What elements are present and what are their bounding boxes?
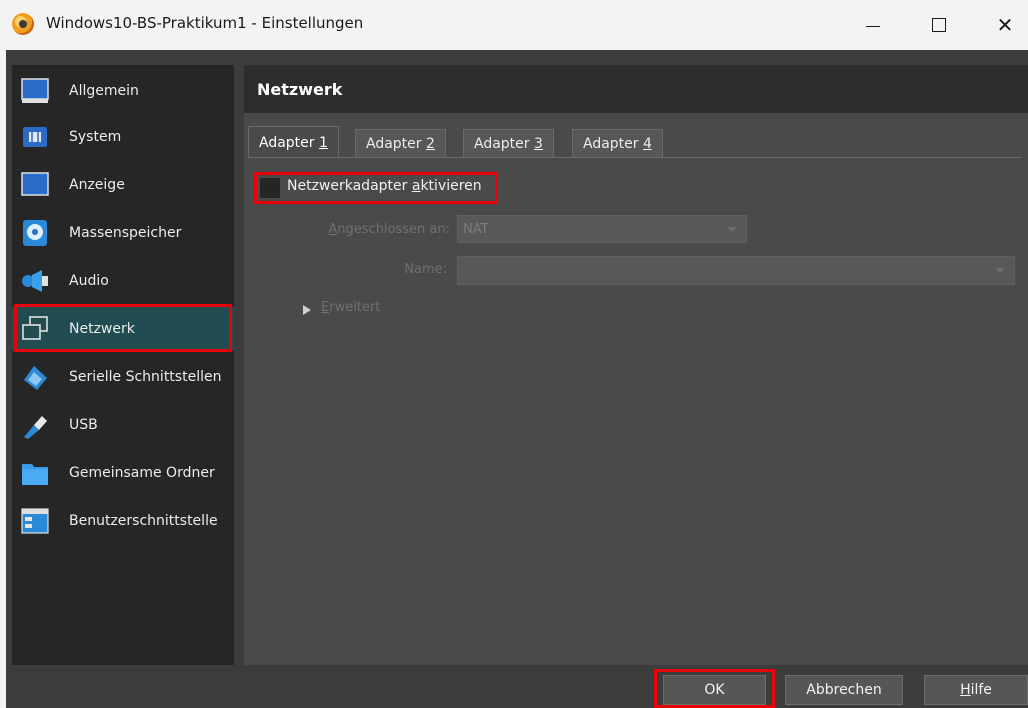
name-select[interactable] [457, 256, 1015, 285]
user-interface-icon [21, 508, 49, 534]
sidebar-item-serielle-schnittstellen[interactable]: Serielle Schnittstellen [12, 355, 234, 399]
enable-adapter-checkbox[interactable] [260, 178, 280, 198]
title-bar: Windows10-BS-Praktikum1 - Einstellungen … [0, 0, 1028, 50]
help-label-text: ilfe [970, 682, 992, 698]
tab-shortcut-key: 3 [534, 135, 543, 152]
virtualbox-app-icon [12, 13, 34, 35]
sidebar-item-label: Netzwerk [69, 321, 135, 337]
attached-to-label-text: ngeschlossen an: [337, 222, 450, 237]
cancel-button[interactable]: Abbrechen [785, 675, 903, 705]
tab-label: Adapter [259, 134, 315, 151]
sidebar-item-label: Gemeinsame Ordner [69, 465, 215, 481]
tab-shortcut-key: 1 [319, 134, 328, 151]
sidebar-item-label: Allgemein [69, 83, 139, 99]
ok-button[interactable]: OK [663, 675, 766, 705]
sidebar-item-allgemein[interactable]: Allgemein [12, 69, 234, 113]
checkbox-label-text-rest: ktivieren [420, 178, 482, 194]
tab-shortcut-key: 4 [643, 135, 652, 152]
network-icon [22, 316, 48, 340]
tab-adapter-1[interactable]: Adapter 1 [248, 126, 339, 158]
minimize-icon [866, 25, 880, 27]
sidebar-item-usb[interactable]: USB [12, 403, 234, 447]
attached-to-label: Angeschlossen an: [290, 222, 450, 237]
sidebar-item-gemeinsame-ordner[interactable]: Gemeinsame Ordner [12, 451, 234, 495]
sidebar-item-label: Benutzerschnittstelle [69, 513, 218, 529]
tab-adapter-2[interactable]: Adapter 2 [355, 129, 446, 157]
sidebar-item-label: System [69, 129, 122, 145]
enable-adapter-label[interactable]: Netzwerkadapter aktivieren [287, 178, 482, 194]
chevron-down-icon [727, 227, 737, 232]
tab-label: Adapter [583, 135, 639, 152]
tab-divider [248, 157, 1022, 158]
checkbox-label-text: Netzwerkadapter [287, 178, 412, 194]
name-label: Name: [404, 262, 447, 277]
sidebar-item-label: Anzeige [69, 177, 125, 193]
chip-icon [23, 127, 47, 147]
tab-shortcut-key: 2 [426, 135, 435, 152]
storage-disk-icon [23, 220, 47, 246]
section-header: Netzwerk [244, 65, 1028, 113]
section-title: Netzwerk [257, 80, 343, 99]
sidebar-item-audio[interactable]: Audio [12, 259, 234, 303]
close-button[interactable]: ✕ [982, 8, 1028, 42]
sidebar-item-label: USB [69, 417, 98, 433]
advanced-toggle[interactable]: Erweitert [321, 300, 380, 315]
maximize-button[interactable] [916, 8, 962, 42]
close-icon: ✕ [996, 13, 1014, 37]
display-icon [21, 172, 49, 196]
tab-label: Adapter [366, 135, 422, 152]
folder-icon [22, 464, 48, 485]
advanced-label-text: rweitert [329, 300, 381, 315]
usb-icon [24, 416, 47, 439]
window-title: Windows10-BS-Praktikum1 - Einstellungen [46, 14, 364, 32]
minimize-button[interactable] [850, 8, 896, 42]
help-button[interactable]: Hilfe [924, 675, 1028, 705]
sidebar-item-netzwerk[interactable]: Netzwerk [12, 307, 234, 351]
sidebar-item-label: Audio [69, 273, 109, 289]
sidebar-item-label: Massenspeicher [69, 225, 182, 241]
help-shortcut-key: H [960, 682, 971, 698]
general-monitor-icon [21, 78, 49, 103]
sidebar-item-system[interactable]: System [12, 115, 234, 159]
tab-adapter-4[interactable]: Adapter 4 [572, 129, 663, 157]
advanced-shortcut-key: E [321, 300, 330, 315]
chevron-down-icon [995, 268, 1005, 273]
tab-label: Adapter [474, 135, 530, 152]
attached-to-shortcut-key: A [328, 222, 338, 237]
sidebar-item-benutzerschnittstelle[interactable]: Benutzerschnittstelle [12, 499, 234, 543]
sidebar-item-anzeige[interactable]: Anzeige [12, 163, 234, 207]
speaker-icon [22, 270, 48, 292]
expand-arrow-icon[interactable] [303, 305, 311, 315]
settings-sidebar: Allgemein System Anzeige Massenspeicher … [12, 65, 234, 665]
serial-port-icon [24, 366, 47, 390]
attached-to-select[interactable]: NAT [457, 215, 747, 243]
sidebar-item-label: Serielle Schnittstellen [69, 369, 222, 385]
tab-adapter-3[interactable]: Adapter 3 [463, 129, 554, 157]
attached-to-value: NAT [463, 222, 489, 237]
sidebar-item-massenspeicher[interactable]: Massenspeicher [12, 211, 234, 255]
maximize-icon [932, 18, 946, 32]
